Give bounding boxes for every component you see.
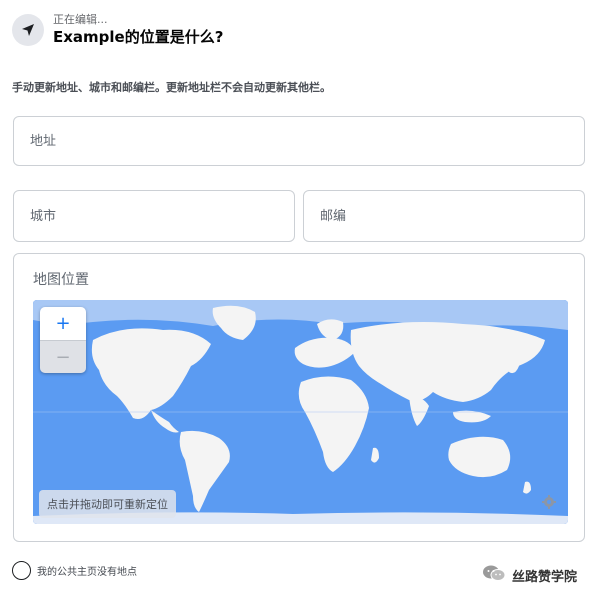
header-text: 正在编辑... Example的位置是什么?	[53, 13, 223, 47]
zip-input[interactable]	[304, 191, 584, 241]
watermark: 丝路赞学院	[482, 564, 577, 586]
zoom-in-button[interactable]: +	[40, 307, 86, 340]
city-input[interactable]	[14, 191, 294, 241]
zoom-controls: + −	[40, 307, 86, 373]
map-location-card: 地图位置 + − 点击并拖动即可重新定位	[13, 253, 585, 542]
zoom-out-button[interactable]: −	[40, 340, 86, 373]
watermark-text: 丝路赞学院	[512, 569, 578, 585]
map-location-label: 地图位置	[33, 272, 89, 288]
zip-field[interactable]	[303, 190, 585, 242]
page-title: Example的位置是什么?	[53, 28, 224, 46]
city-field[interactable]	[13, 190, 295, 242]
gear-icon[interactable]	[542, 494, 556, 513]
instructions-text: 手动更新地址、城市和邮编栏。更新地址栏不会自动更新其他栏。	[12, 81, 331, 94]
no-location-option[interactable]: 我的公共主页没有地点	[12, 561, 137, 580]
address-input[interactable]	[14, 117, 584, 165]
editing-status: 正在编辑...	[53, 13, 108, 26]
world-map[interactable]: + − 点击并拖动即可重新定位	[33, 300, 568, 524]
page-header: 正在编辑... Example的位置是什么?	[12, 10, 223, 50]
no-location-label: 我的公共主页没有地点	[37, 567, 137, 578]
address-field[interactable]	[13, 116, 585, 166]
location-arrow-icon	[12, 14, 44, 46]
map-drag-hint: 点击并拖动即可重新定位	[39, 490, 176, 518]
wechat-icon	[482, 564, 506, 586]
no-location-radio[interactable]	[12, 561, 31, 580]
